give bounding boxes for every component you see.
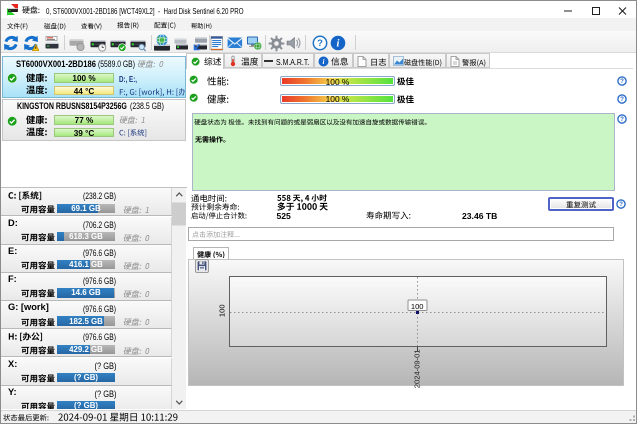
- svg-text:?: ?: [620, 96, 624, 103]
- svg-text:i: i: [337, 39, 340, 50]
- svg-text:?: ?: [619, 201, 623, 208]
- svg-text:?: ?: [620, 78, 624, 85]
- svg-text:i: i: [322, 57, 324, 65]
- svg-text:?: ?: [620, 116, 624, 123]
- svg-text:?: ?: [317, 38, 323, 49]
